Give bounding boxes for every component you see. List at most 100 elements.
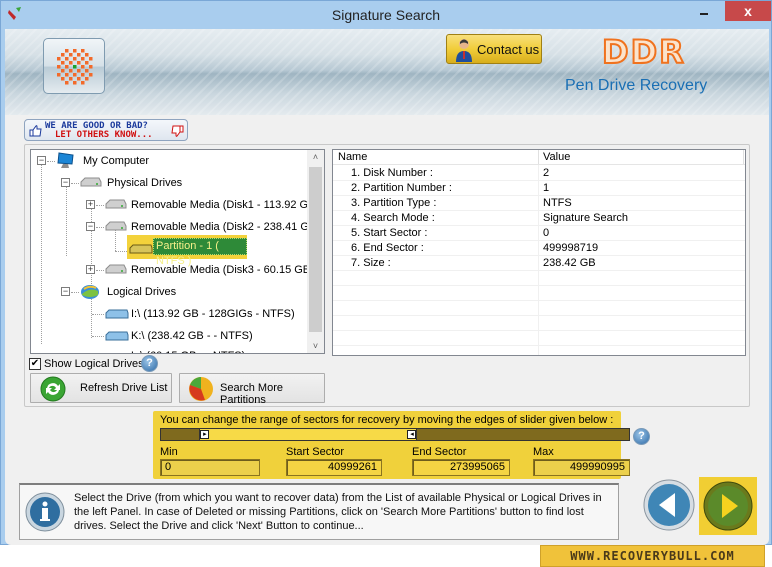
contact-us-label: Contact us [477,42,540,57]
main-panel: WE ARE GOOD OR BAD? LET OTHERS KNOW... −… [5,115,769,545]
app-logo [43,38,105,94]
collapse-icon[interactable]: − [37,156,46,165]
tree-node-label: K:\ (238.42 GB - - NTFS) [131,330,253,342]
close-button[interactable]: x [725,1,771,21]
next-button[interactable] [703,481,753,531]
tree-line [71,292,79,293]
detail-row[interactable]: 7. Size : 238.42 GB [333,256,745,271]
product-name: Pen Drive Recovery [565,77,708,94]
tree-line [71,183,79,184]
detail-name: 2. Partition Number : [351,182,452,194]
removable-drive-icon [105,264,127,274]
header-banner: Contact us DDR Pen Drive Recovery [5,29,769,115]
help-icon[interactable]: ? [141,355,158,372]
removable-drive-icon [105,199,127,209]
end-sector-input[interactable]: 273995065 [412,459,510,476]
detail-value: 0 [543,227,550,239]
detail-value: 499998719 [543,242,599,254]
tree-line [96,227,104,228]
detail-row[interactable]: 6. End Sector : 499998719 [333,241,745,256]
column-header-value[interactable]: Value [543,151,570,163]
tree-line [96,270,104,271]
collapse-icon[interactable]: − [86,222,95,231]
start-sector-label: Start Sector [286,446,345,458]
tree-node-volume-k[interactable]: K:\ (238.42 GB - - NTFS) [31,327,301,345]
window-title: Signature Search [331,7,441,23]
contact-us-button[interactable]: Contact us [446,34,542,64]
pie-chart-icon [189,377,213,401]
collapse-icon[interactable]: − [61,287,70,296]
tree-node-label: My Computer [83,155,150,167]
detail-row[interactable]: 1. Disk Number : 2 [333,166,745,181]
tree-node-logical-drives[interactable]: − Logical Drives [31,283,301,301]
detail-value: NTFS [543,197,572,209]
detail-name: 3. Partition Type : [351,197,437,209]
tree-line [92,336,104,337]
website-link[interactable]: WWW.RECOVERYBULL.COM [540,545,765,567]
tree-node-label: L:\ (60.15 GB - - NTFS) [131,347,245,353]
search-more-label: Search More Partitions [220,382,283,406]
detail-value: 1 [543,182,550,194]
max-label: Max [533,446,554,458]
header-divider [538,150,539,164]
expand-icon[interactable]: + [86,200,95,209]
empty-row [333,346,745,355]
end-handle[interactable]: ◂ [407,430,417,439]
removable-drive-icon [105,221,127,231]
tree-node-disk3[interactable]: + Removable Media (Disk3 - 60.15 GB) [31,261,314,279]
info-text: Select the Drive (from which you want to… [74,492,602,532]
back-button[interactable] [643,479,695,531]
partition-icon [129,244,153,254]
drive-details-list: Name Value 1. Disk Number : 2 2. Partition… [332,149,746,356]
tree-line [115,251,127,252]
min-sector-field: 0 [160,459,260,476]
column-header-name[interactable]: Name [338,151,367,163]
tree-node-partition-1[interactable]: Partition - 1 ( NTFS ) [127,235,247,267]
start-sector-input[interactable]: 40999261 [286,459,382,476]
minimize-button[interactable] [691,1,717,21]
next-button-highlight [699,477,757,535]
sector-range-instructions: You can change the range of sectors for … [160,414,614,426]
show-logical-drives-checkbox[interactable]: ✔ [29,358,41,370]
volume-icon [105,331,129,341]
detail-row[interactable]: 5. Start Sector : 0 [333,226,745,241]
sector-range-slider[interactable]: ▸ ◂ [160,428,630,441]
tree-node-my-computer[interactable]: − My Computer [31,152,301,170]
show-logical-drives-label: Show Logical Drives [44,358,144,370]
slider-help-icon[interactable]: ? [633,428,650,445]
tree-node-volume-i[interactable]: I:\ (113.92 GB - 128GIGs - NTFS) [31,305,301,323]
rate-us-button[interactable]: WE ARE GOOD OR BAD? LET OTHERS KNOW... [24,119,188,141]
detail-value: 2 [543,167,550,179]
empty-row [333,316,745,331]
selected-range [199,429,418,440]
tree-node-label: I:\ (113.92 GB - 128GIGs - NTFS) [131,308,295,320]
tree-node-label: Removable Media (Disk2 - 238.41 GB) [131,221,320,233]
thumbs-down-icon [171,125,184,137]
detail-row[interactable]: 3. Partition Type : NTFS [333,196,745,211]
thumbs-up-icon [29,125,42,137]
collapse-icon[interactable]: − [61,178,70,187]
detail-row[interactable]: 2. Partition Number : 1 [333,181,745,196]
refresh-drive-list-button[interactable]: Refresh Drive List [30,373,172,403]
detail-row[interactable]: 4. Search Mode : Signature Search [333,211,745,226]
logo-pattern-icon [57,49,93,85]
end-sector-label: End Sector [412,446,467,458]
tree-node-disk2[interactable]: − Removable Media (Disk2 - 238.41 GB) [31,218,320,236]
rate-line-2: LET OTHERS KNOW... [55,130,153,140]
title-bar[interactable]: Signature Search x [1,1,771,29]
detail-value: Signature Search [543,212,628,224]
search-more-partitions-button[interactable]: Search More Partitions [179,373,325,406]
drive-tree[interactable]: − My Computer − Physical Drives + Remova… [30,149,325,354]
detail-name: 4. Search Mode : [351,212,435,224]
tree-scrollbar[interactable]: ˄ ˅ [307,150,324,353]
expand-icon[interactable]: + [86,265,95,274]
logical-drives-icon [81,285,99,299]
scrollbar-thumb[interactable] [309,167,322,332]
start-handle[interactable]: ▸ [200,430,210,439]
scroll-down-icon[interactable]: ˅ [307,341,324,351]
scroll-up-icon[interactable]: ˄ [307,152,324,162]
tree-node-disk1[interactable]: + Removable Media (Disk1 - 113.92 GB) [31,196,319,214]
tree-node-physical-drives[interactable]: − Physical Drives [31,174,301,192]
tree-node-volume-l[interactable]: L:\ (60.15 GB - - NTFS) [31,347,301,353]
detail-name: 1. Disk Number : [351,167,433,179]
